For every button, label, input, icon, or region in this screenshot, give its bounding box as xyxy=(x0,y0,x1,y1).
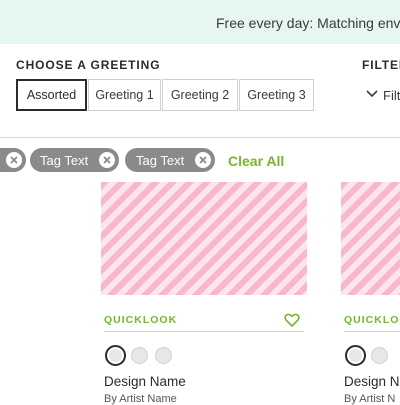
greeting-option-1[interactable]: Greeting 1 xyxy=(88,79,161,111)
artist-name: By Artist Name xyxy=(104,393,177,405)
quicklook-link[interactable]: QUICKLOOK xyxy=(104,314,177,326)
color-swatch[interactable] xyxy=(155,347,172,364)
design-name[interactable]: Design Name xyxy=(104,374,186,389)
heart-icon[interactable] xyxy=(284,312,300,328)
tag-chip[interactable]: Tag Text xyxy=(125,148,215,172)
close-icon[interactable] xyxy=(99,152,115,168)
color-swatch[interactable] xyxy=(131,347,148,364)
tag-chip[interactable]: Tag Text xyxy=(30,148,119,172)
quicklook-link[interactable]: QUICKLOOK xyxy=(344,314,400,326)
tag-chip[interactable] xyxy=(0,148,26,172)
tag-label: Tag Text xyxy=(136,152,185,168)
color-swatch[interactable] xyxy=(371,347,388,364)
greeting-option-2[interactable]: Greeting 2 xyxy=(162,79,238,111)
promo-banner-text: Free every day: Matching enve xyxy=(216,15,400,31)
chevron-down-icon[interactable] xyxy=(366,90,378,98)
choose-greeting-title: CHOOSE A GREETING xyxy=(16,58,161,72)
artist-name: By Artist N xyxy=(344,393,396,405)
color-swatch-selected[interactable] xyxy=(345,345,366,366)
card-divider xyxy=(344,331,400,332)
tag-label: Tag Text xyxy=(40,152,89,168)
design-thumbnail[interactable] xyxy=(101,182,307,295)
close-icon[interactable] xyxy=(195,152,211,168)
color-swatch-selected[interactable] xyxy=(105,345,126,366)
design-thumbnail[interactable] xyxy=(341,182,400,295)
filter-toggle[interactable]: Filt xyxy=(383,88,400,103)
filter-title: FILTER xyxy=(362,58,400,72)
greeting-option-3[interactable]: Greeting 3 xyxy=(239,79,314,111)
clear-all-link[interactable]: Clear All xyxy=(228,153,284,169)
greeting-option-assorted[interactable]: Assorted xyxy=(16,79,87,111)
design-name[interactable]: Design Na xyxy=(344,374,400,389)
close-icon[interactable] xyxy=(6,152,22,168)
card-divider xyxy=(104,331,304,332)
